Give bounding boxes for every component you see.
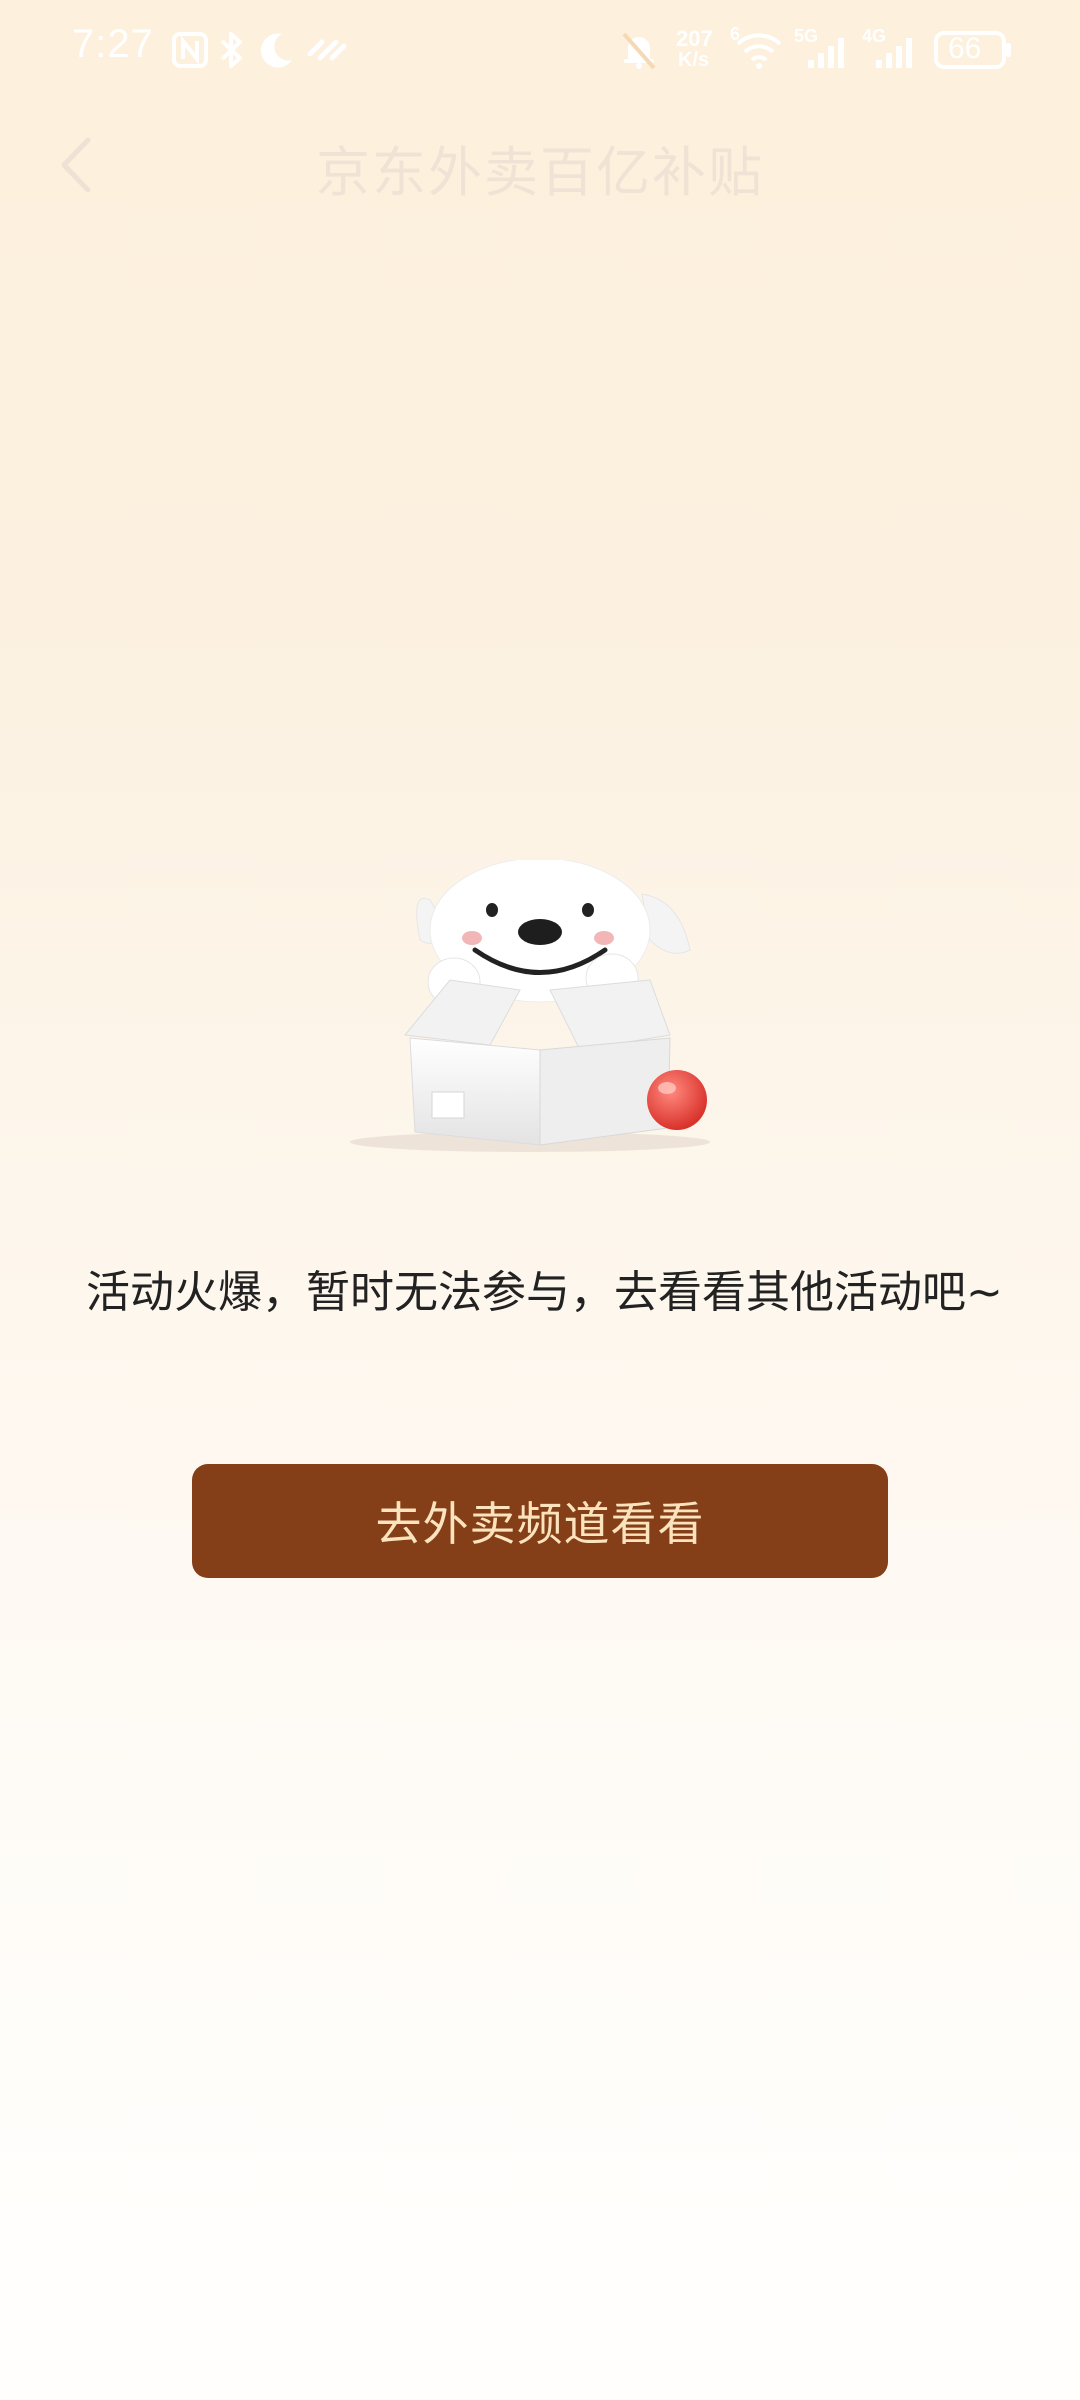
signal-icon (876, 38, 912, 68)
moon-icon (260, 33, 292, 68)
bell-off-icon (622, 32, 656, 70)
network-speed-value: 207 (676, 26, 713, 51)
go-takeout-channel-button[interactable]: 去外卖频道看看 (192, 1464, 888, 1578)
bluetooth-icon (220, 32, 242, 68)
sync-icon (307, 39, 347, 61)
nfc-icon (172, 32, 208, 68)
status-time: 7:27 (72, 22, 154, 66)
network-speed-unit: K/s (678, 49, 710, 71)
error-message: 活动火爆，暂时无法参与，去看看其他活动吧~ (86, 1267, 1003, 1318)
battery-level: 66 (948, 32, 982, 65)
signal-icon (808, 38, 844, 68)
wifi-badge: 6 (730, 24, 741, 44)
page-title: 京东外卖百亿补贴 (316, 141, 764, 204)
wifi-icon (736, 33, 782, 69)
status-bar: 7:27 207 K/s 6 5G 4G 66 (0, 0, 1080, 100)
mascot-illustration (350, 857, 730, 1160)
button-label: 去外卖频道看看 (375, 1497, 705, 1551)
nav-bar: 京东外卖百亿补贴 (0, 100, 1080, 230)
